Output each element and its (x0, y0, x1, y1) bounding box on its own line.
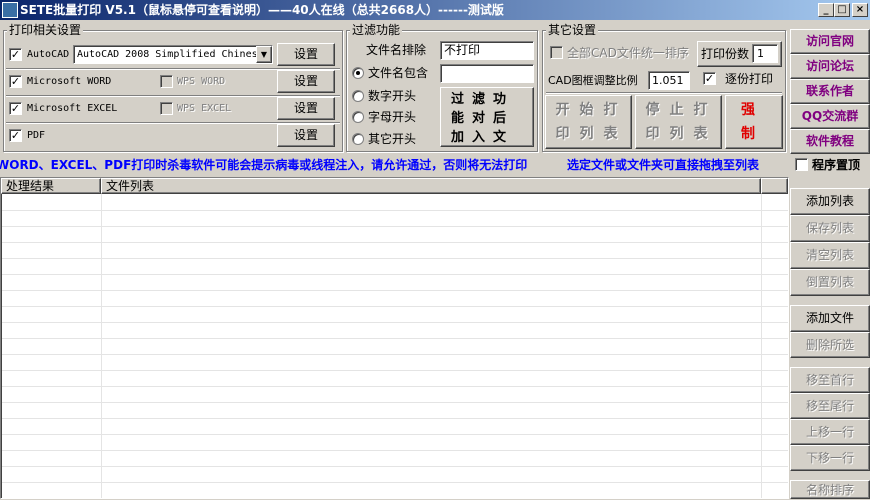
delete-selected-button[interactable]: 删除所选 (790, 332, 870, 358)
wps-word-label: WPS WORD (177, 76, 226, 87)
topmost-label: 程序置顶 (812, 158, 861, 172)
digit-start-radio[interactable] (352, 90, 364, 102)
all-cad-sort-checkbox[interactable] (550, 46, 563, 59)
grid-line (2, 370, 788, 371)
grid-line (2, 402, 788, 403)
add-file-button[interactable]: 添加文件 (790, 305, 870, 332)
autocad-settings-button[interactable]: 设置 (277, 43, 335, 66)
save-list-button[interactable]: 保存列表 (790, 215, 870, 242)
excel-settings-button[interactable]: 设置 (277, 97, 335, 120)
grid-line (2, 210, 788, 211)
letter-start-radio[interactable] (352, 111, 364, 123)
clear-list-button[interactable]: 清空列表 (790, 242, 870, 269)
wps-excel-label: WPS EXCEL (177, 103, 232, 114)
grid-line (2, 450, 788, 451)
letter-start-label: 字母开头 (368, 110, 417, 124)
grid-line (2, 274, 788, 275)
grid-line (2, 242, 788, 243)
other-settings-label: 其它设置 (546, 23, 599, 37)
move-top-button[interactable]: 移至首行 (790, 367, 870, 393)
grid-line (2, 354, 788, 355)
add-list-button[interactable]: 添加列表 (790, 188, 870, 215)
tutorial-link[interactable]: 软件教程 (790, 129, 870, 154)
grid-line (2, 258, 788, 259)
start-print-button[interactable]: 开始打印列表文件 (545, 95, 632, 149)
column-divider (101, 194, 102, 498)
window-title: SETE批量打印 V5.1（鼠标悬停可查看说明）——40人在线（总共2668人）… (20, 3, 504, 17)
visit-website-link[interactable]: 访问官网 (790, 29, 870, 54)
autocad-version-select[interactable]: AutoCAD 2008 Simplified Chines ▼ (73, 45, 273, 64)
chevron-down-icon[interactable]: ▼ (256, 46, 272, 63)
grid-line (2, 418, 788, 419)
per-copy-checkbox[interactable]: ✓ (703, 72, 716, 85)
grid-line (2, 434, 788, 435)
file-list[interactable]: 处理结果 文件列表 (0, 177, 789, 499)
antivirus-warning: WORD、EXCEL、PDF打印时杀毒软件可能会提示病毒或线程注入，请允许通过，… (0, 158, 528, 172)
autocad-version-value: AutoCAD 2008 Simplified Chines (77, 49, 258, 60)
column-result[interactable]: 处理结果 (1, 178, 101, 194)
pdf-label: PDF (27, 130, 46, 141)
pdf-settings-button[interactable]: 设置 (277, 124, 335, 147)
all-cad-sort-label: 全部CAD文件统一排序 (567, 46, 689, 60)
force-quit-button[interactable]: 强制退出 (725, 95, 783, 149)
copies-input[interactable]: 1 (752, 44, 778, 63)
move-bottom-button[interactable]: 移至尾行 (790, 393, 870, 419)
close-button[interactable]: × (852, 3, 868, 17)
exclude-label: 文件名排除 (366, 43, 427, 57)
grid-line (2, 466, 788, 467)
minimize-button[interactable]: _ (818, 3, 834, 17)
grid-line (2, 338, 788, 339)
list-header: 处理结果 文件列表 (1, 178, 788, 194)
print-settings-label: 打印相关设置 (7, 23, 84, 37)
excel-checkbox[interactable]: ✓ (9, 102, 22, 115)
other-start-radio[interactable] (352, 133, 364, 145)
word-settings-button[interactable]: 设置 (277, 70, 335, 93)
word-label: Microsoft WORD (27, 76, 112, 87)
maximize-button[interactable]: □ (834, 3, 850, 17)
topmost-checkbox[interactable] (795, 158, 808, 171)
cad-ratio-label: CAD图框调整比例 (548, 74, 638, 87)
digit-start-label: 数字开头 (368, 89, 417, 103)
autocad-checkbox[interactable]: ✓ (9, 48, 22, 61)
visit-forum-link[interactable]: 访问论坛 (790, 54, 870, 79)
contact-author-link[interactable]: 联系作者 (790, 79, 870, 104)
per-copy-label: 逐份打印 (725, 72, 774, 86)
sort-name-button[interactable]: 名称排序 (790, 480, 870, 499)
grid-line (2, 482, 788, 483)
move-up-button[interactable]: 上移一行 (790, 419, 870, 445)
filter-label: 过滤功能 (350, 23, 403, 37)
grid-line (2, 290, 788, 291)
column-file-list[interactable]: 文件列表 (101, 178, 761, 194)
autocad-label: AutoCAD (27, 49, 70, 60)
grid-line (2, 226, 788, 227)
divider (546, 92, 782, 94)
copies-label: 打印份数 (701, 47, 750, 61)
other-start-label: 其它开头 (368, 132, 417, 146)
grid-line (2, 322, 788, 323)
include-radio[interactable] (352, 67, 364, 79)
wps-excel-checkbox[interactable] (160, 102, 173, 115)
drag-hint: 选定文件或文件夹可直接拖拽至列表 (567, 158, 760, 172)
grid-line (2, 386, 788, 387)
reverse-list-button[interactable]: 倒置列表 (790, 269, 870, 296)
cad-ratio-input[interactable]: 1.051 (648, 71, 690, 90)
exclude-input[interactable]: 不打印 (440, 41, 534, 60)
stop-print-button[interactable]: 停止打印列表文件 (635, 95, 722, 149)
filter-apply-button[interactable]: 过滤功能对后加入文件有效 (440, 87, 534, 147)
qq-group-link[interactable]: QQ交流群 (790, 104, 870, 129)
wps-word-checkbox[interactable] (160, 75, 173, 88)
word-checkbox[interactable]: ✓ (9, 75, 22, 88)
include-label: 文件名包含 (368, 66, 429, 80)
app-icon (2, 2, 18, 18)
include-input[interactable] (440, 64, 534, 83)
move-down-button[interactable]: 下移一行 (790, 445, 870, 471)
title-bar: SETE批量打印 V5.1（鼠标悬停可查看说明）——40人在线（总共2668人）… (0, 0, 870, 20)
excel-label: Microsoft EXCEL (27, 103, 118, 114)
grid-line (2, 306, 788, 307)
column-filler (761, 178, 788, 194)
pdf-checkbox[interactable]: ✓ (9, 129, 22, 142)
column-divider (761, 194, 762, 498)
